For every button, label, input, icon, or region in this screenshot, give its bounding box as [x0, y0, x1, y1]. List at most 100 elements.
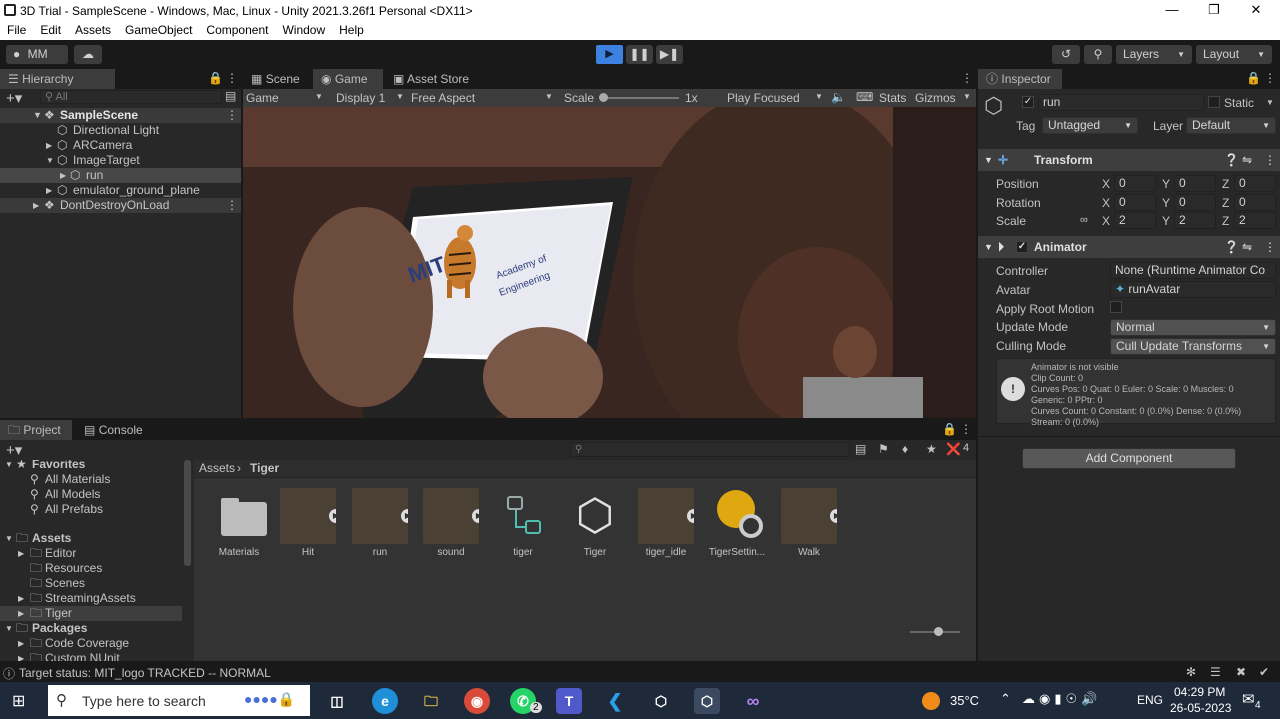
chevron-up-icon[interactable]: ⌃ [1000, 691, 1011, 707]
menu-assets[interactable]: Assets [68, 22, 118, 40]
maximize-button[interactable]: ❐ [1204, 2, 1224, 18]
tree-favorites[interactable]: ▼ ★ Favorites [0, 460, 180, 472]
hierarchy-item-imagetarget[interactable]: ▼ ⬡ ImageTarget [0, 153, 241, 168]
close-button[interactable]: ✕ [1246, 2, 1266, 18]
search-by-type-icon[interactable]: ▤ [855, 442, 866, 456]
culling-mode-dropdown[interactable]: Cull Update Transforms ▼ [1110, 338, 1276, 355]
display-mode-dropdown[interactable]: Game [246, 91, 279, 105]
rotation-x-field[interactable]: 0 [1114, 194, 1156, 211]
expand-arrow-icon[interactable]: ▼ [5, 531, 13, 546]
step-button[interactable]: ▶❚ [656, 45, 683, 64]
search-button[interactable]: ⚲ [1084, 45, 1112, 64]
clock-time[interactable]: 04:29 PM [1174, 685, 1225, 699]
help-icon[interactable]: ❔ [1224, 236, 1239, 258]
constrain-proportions-icon[interactable]: ∞ [1080, 214, 1088, 226]
tree-item[interactable]: ▶ 🗀 Code Coverage [0, 636, 180, 651]
tab-asset-store[interactable]: ▣ Asset Store [385, 69, 481, 89]
rotation-y-field[interactable]: 0 [1174, 194, 1216, 211]
position-x-field[interactable]: 0 [1114, 175, 1156, 192]
clock-date[interactable]: 26-05-2023 [1170, 701, 1231, 715]
animator-header[interactable]: ▼ ⏵ ✓ Animator ❔ ⇋ ⋮ [978, 236, 1280, 258]
play-button[interactable]: ▶ [596, 45, 623, 64]
transform-header[interactable]: ▼ ✛ Transform ❔ ⇋ ⋮ [978, 149, 1280, 171]
menu-window[interactable]: Window [275, 22, 332, 40]
tab-project[interactable]: 🗀 Project [0, 420, 72, 440]
expand-arrow-icon[interactable]: ▶ [18, 636, 24, 651]
foldout-arrow-icon[interactable]: ▼ [984, 149, 993, 171]
scale-slider[interactable] [599, 93, 679, 102]
expand-arrow-icon[interactable]: ▶ [18, 546, 24, 561]
tree-scrollbar[interactable] [184, 460, 191, 566]
expand-arrow-icon[interactable]: ▼ [46, 153, 54, 168]
static-checkbox[interactable] [1208, 96, 1220, 108]
hierarchy-search-input[interactable]: ⚲ All [40, 90, 222, 104]
asset-item[interactable]: ▶ sound [416, 488, 486, 558]
object-name-field[interactable]: run [1038, 94, 1204, 111]
tree-item-selected[interactable]: ▶ 🗀 Tiger [0, 606, 182, 621]
status-message[interactable]: Target status: MIT_logo TRACKED -- NORMA… [19, 666, 271, 680]
scale-x-field[interactable]: 2 [1114, 212, 1156, 229]
expand-arrow-icon[interactable]: ▼ [33, 108, 42, 123]
favorite-star-icon[interactable]: ★ [926, 442, 937, 456]
play-mode-dropdown[interactable]: Play Focused [727, 91, 800, 105]
filter-icon[interactable]: ▤ [225, 89, 236, 103]
tab-scene[interactable]: ▦ Scene [243, 69, 311, 89]
temperature[interactable]: 35°C [950, 693, 979, 708]
controller-field[interactable]: None (Runtime Animator Co [1110, 262, 1276, 279]
expand-arrow-icon[interactable]: ▼ [5, 621, 13, 636]
tree-item[interactable]: ⚲ All Prefabs [0, 502, 180, 517]
expand-arrow-icon[interactable]: ▶ [60, 168, 66, 183]
kebab-menu-icon[interactable]: ⋮ [226, 198, 238, 213]
kebab-menu-icon[interactable]: ⋮ [960, 422, 972, 436]
tab-console[interactable]: ▤ Console [76, 420, 152, 440]
tree-item[interactable]: ⚲ All Models [0, 487, 180, 502]
cloud-button[interactable]: ☁ [74, 45, 102, 64]
hierarchy-item-arcamera[interactable]: ▶ ⬡ ARCamera [0, 138, 241, 153]
tag-icon[interactable]: ♦ [902, 442, 908, 456]
asset-item[interactable]: tiger [488, 488, 558, 558]
pause-button[interactable]: ❚❚ [626, 45, 653, 64]
check-icon[interactable]: ✔ [1259, 665, 1269, 679]
hidden-packages-icon[interactable]: ❌ [946, 442, 961, 456]
account-dropdown[interactable]: ● MM ▼ [6, 45, 68, 79]
thumbnail-size-slider[interactable] [910, 627, 960, 636]
asset-item[interactable]: ⬡ Tiger [560, 488, 630, 558]
language-indicator[interactable]: ENG [1137, 693, 1163, 707]
layers-dropdown[interactable]: Layers ▼ [1116, 45, 1192, 64]
expand-arrow-icon[interactable]: ▶ [33, 198, 39, 213]
tree-item[interactable]: ⚲ All Materials [0, 472, 180, 487]
scale-y-field[interactable]: 2 [1174, 212, 1216, 229]
position-y-field[interactable]: 0 [1174, 175, 1216, 192]
progress-icon[interactable]: ☰ [1210, 665, 1221, 679]
gizmos-dropdown[interactable]: Gizmos [915, 91, 956, 105]
animator-enabled-checkbox[interactable]: ✓ [1016, 241, 1028, 253]
mute-audio-icon[interactable]: 🔈 [831, 90, 846, 104]
menu-file[interactable]: File [0, 22, 33, 40]
kebab-menu-icon[interactable]: ⋮ [226, 108, 238, 123]
asset-item[interactable]: ▶ tiger_idle [631, 488, 701, 558]
stats-button[interactable]: Stats [879, 91, 906, 105]
add-component-button[interactable]: Add Component [1022, 448, 1236, 469]
file-explorer-icon[interactable]: 🗀 [418, 688, 444, 714]
presets-icon[interactable]: ⇋ [1242, 236, 1252, 258]
menu-component[interactable]: Component [199, 22, 275, 40]
position-z-field[interactable]: 0 [1234, 175, 1276, 192]
expand-arrow-icon[interactable]: ▼ [5, 460, 13, 472]
vscode-icon[interactable]: ❮ [602, 688, 628, 714]
hierarchy-item-samplescene[interactable]: ▼ ❖ SampleScene ⋮ [0, 108, 241, 123]
menu-help[interactable]: Help [332, 22, 371, 40]
minimize-button[interactable]: — [1162, 2, 1182, 17]
slider-handle[interactable] [599, 93, 608, 102]
display-dropdown[interactable]: Display 1 [336, 91, 385, 105]
tree-item[interactable]: ▶ 🗀 Custom NUnit [0, 651, 180, 661]
slider-handle[interactable] [934, 627, 943, 636]
network-icon[interactable]: ✖ [1236, 665, 1246, 679]
project-search-input[interactable]: ⚲ [570, 442, 850, 457]
hierarchy-item-emulator-ground-plane[interactable]: ▶ ⬡ emulator_ground_plane [0, 183, 241, 198]
breadcrumb-assets[interactable]: Assets [199, 461, 235, 475]
teams-icon[interactable]: T [556, 688, 582, 714]
search-by-label-icon[interactable]: ⚑ [878, 442, 889, 456]
game-viewport[interactable]: MIT Academy of Engineering [243, 107, 976, 418]
expand-arrow-icon[interactable]: ▶ [18, 606, 24, 621]
active-checkbox[interactable]: ✓ [1022, 96, 1034, 108]
